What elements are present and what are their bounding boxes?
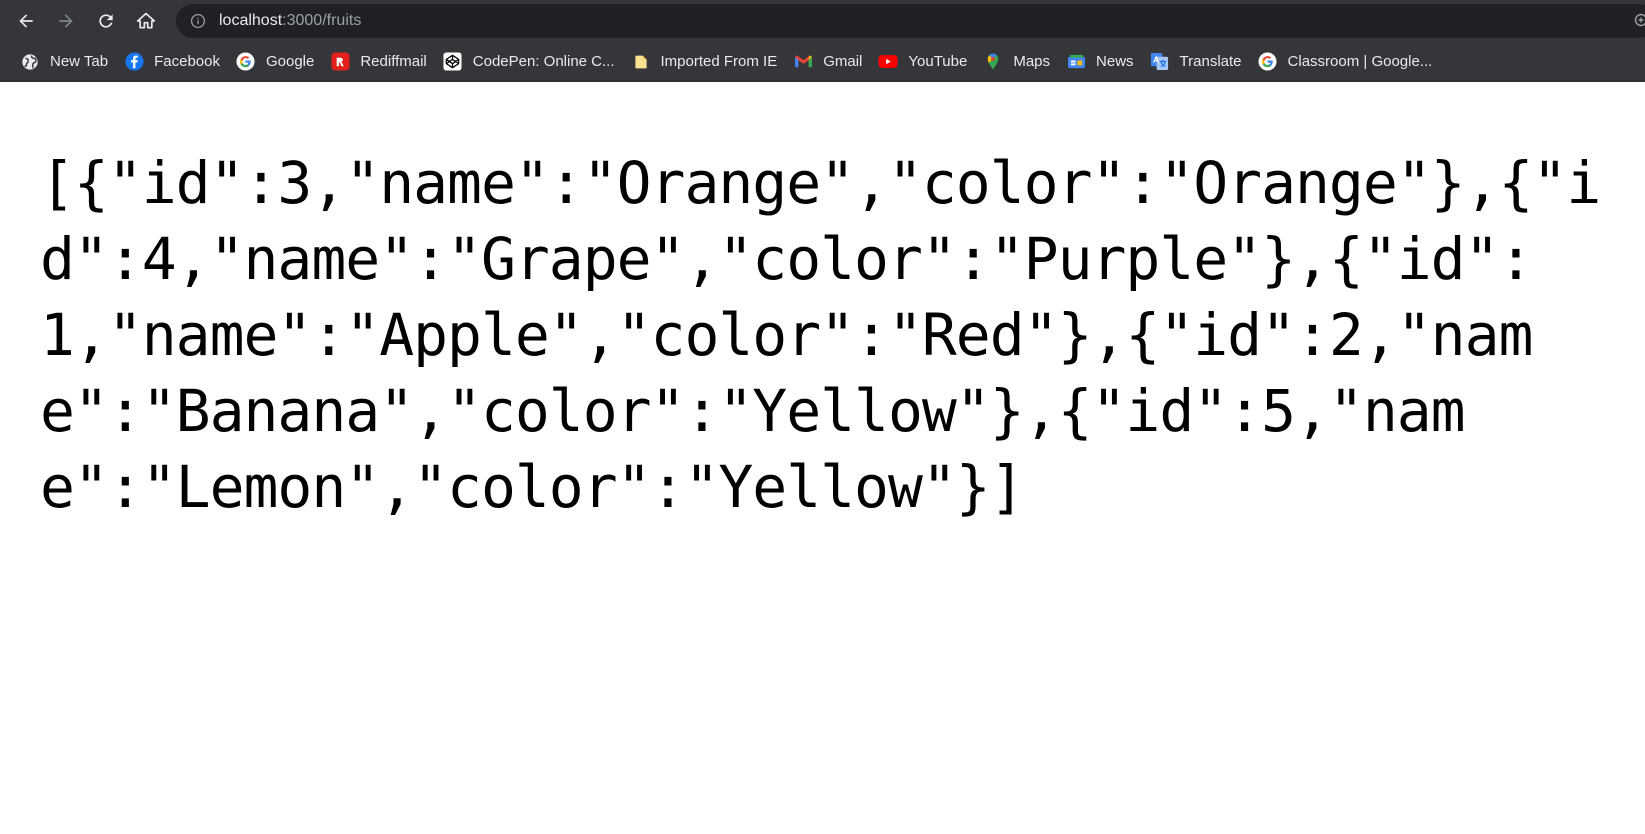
back-button[interactable] [6, 3, 46, 39]
bookmark-label: Facebook [154, 53, 220, 70]
arrow-left-icon [19, 14, 33, 28]
bookmark-label: Classroom | Google... [1287, 53, 1433, 70]
bookmark-label: Translate [1179, 53, 1242, 70]
bookmark-label: Google [265, 53, 315, 70]
bookmark-label: Imported From IE [660, 53, 778, 70]
reload-icon [99, 14, 113, 28]
codepen-icon [443, 52, 463, 72]
reload-button[interactable] [86, 3, 126, 39]
bookmark-gmail[interactable]: Gmail [785, 47, 870, 77]
json-response-text: [{"id":3,"name":"Orange","color":"Orange… [40, 149, 1601, 521]
bookmark-classroom[interactable]: Classroom | Google... [1250, 47, 1441, 77]
gmail-icon [793, 52, 813, 72]
bookmark-facebook[interactable]: Facebook [116, 47, 228, 77]
bookmark-google[interactable]: Google [228, 47, 322, 77]
news-icon [1066, 52, 1086, 72]
bookmark-label: New Tab [50, 53, 109, 70]
bookmark-youtube[interactable]: YouTube [870, 47, 975, 77]
bookmark-maps[interactable]: Maps [975, 47, 1058, 77]
home-button[interactable] [126, 3, 166, 39]
bookmark-translate[interactable]: Translate [1142, 47, 1250, 77]
zoom-icon[interactable] [1634, 13, 1645, 27]
folder-icon [631, 52, 651, 72]
rediffmail-icon [330, 52, 350, 72]
browser-toolbar: localhost:3000/fruits [0, 0, 1645, 42]
bookmark-label: YouTube [908, 53, 968, 70]
url-host: localhost [219, 12, 283, 29]
bookmark-news[interactable]: News [1058, 47, 1142, 77]
bookmarks-bar: New Tab Facebook Google Rediffmail CodeP… [0, 42, 1645, 82]
google-icon [1258, 52, 1278, 72]
bookmark-new-tab[interactable]: New Tab [12, 47, 116, 77]
url-text[interactable]: localhost:3000/fruits [219, 12, 361, 30]
translate-icon [1150, 52, 1170, 72]
home-icon [136, 12, 156, 29]
globe-icon [20, 52, 40, 72]
google-icon [236, 52, 256, 72]
arrow-right-icon [59, 14, 73, 28]
bookmark-label: News [1096, 53, 1134, 70]
bookmark-rediffmail[interactable]: Rediffmail [322, 47, 434, 77]
bookmark-label: Rediffmail [360, 53, 427, 70]
bookmark-label: Maps [1013, 53, 1051, 70]
info-icon[interactable] [189, 12, 207, 30]
address-bar[interactable]: localhost:3000/fruits [176, 4, 1645, 38]
maps-icon [983, 52, 1003, 72]
page-content: [{"id":3,"name":"Orange","color":"Orange… [0, 83, 1645, 834]
bookmark-label: Gmail [823, 53, 863, 70]
bookmark-codepen[interactable]: CodePen: Online C... [435, 47, 623, 77]
bookmark-folder-imported[interactable]: Imported From IE [623, 47, 786, 77]
url-path: :3000/fruits [282, 12, 362, 29]
youtube-icon [878, 52, 898, 72]
forward-button[interactable] [46, 3, 86, 39]
bookmark-label: CodePen: Online C... [472, 53, 615, 70]
facebook-icon [124, 52, 144, 72]
